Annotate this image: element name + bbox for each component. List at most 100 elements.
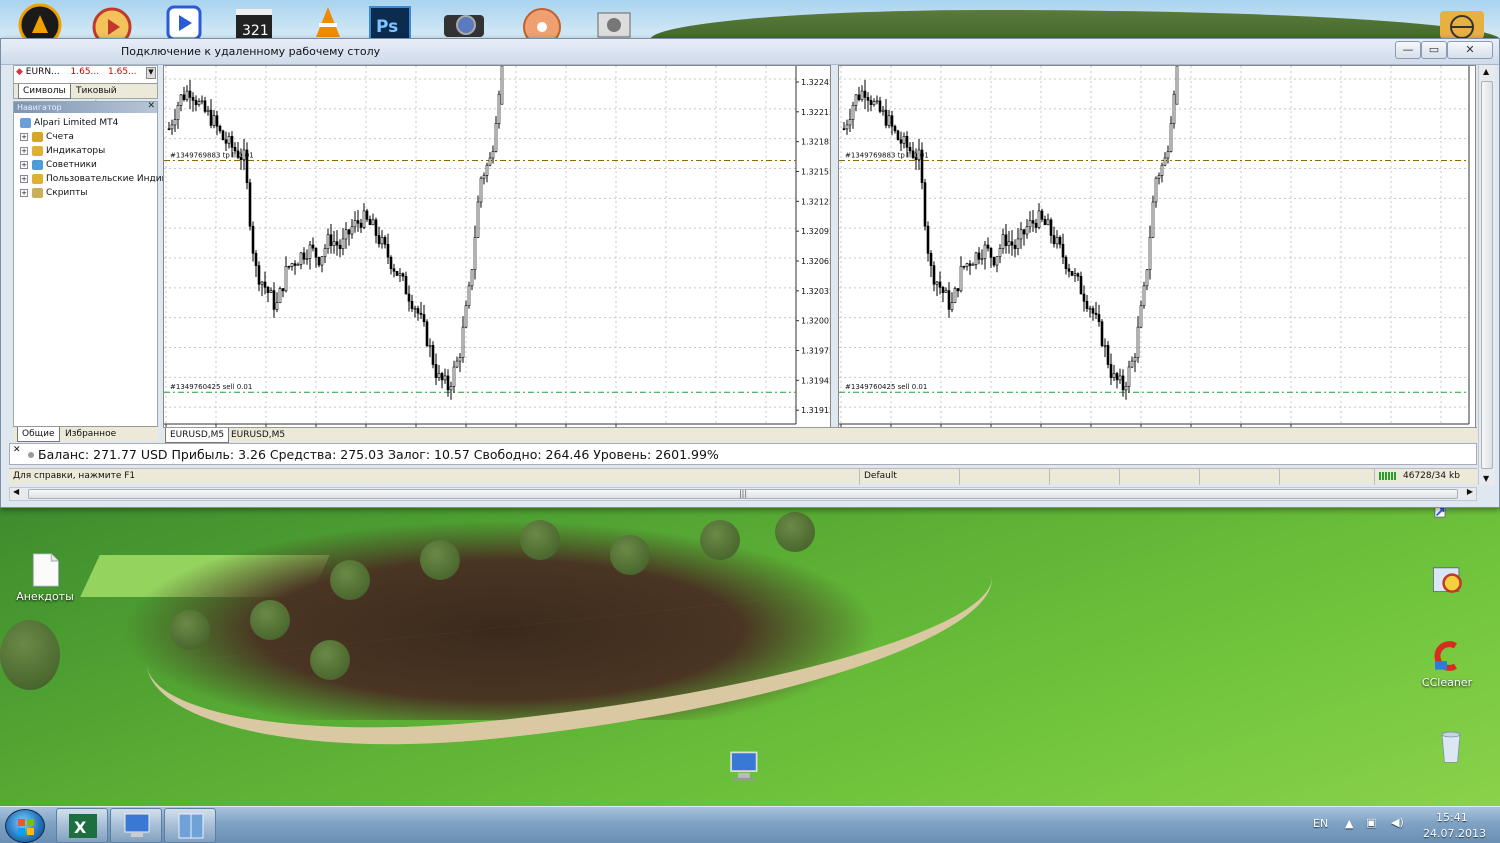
chart-tab-1[interactable]: EURUSD,M5 [165, 428, 230, 443]
candle-body [314, 247, 318, 258]
olive-tree [610, 535, 650, 575]
tab-favorites[interactable]: Избранное [61, 427, 120, 442]
video-player-icon[interactable] [162, 3, 210, 43]
scrollbar-thumb[interactable]: ||| [28, 489, 1458, 499]
expand-icon[interactable]: + [20, 160, 28, 169]
taskbar-excel-button[interactable]: X [56, 808, 108, 843]
scroll-left-icon[interactable]: ◀ [13, 487, 19, 496]
close-icon[interactable]: ✕ [13, 445, 21, 455]
candle-body [1172, 93, 1176, 124]
status-empty-2 [1049, 469, 1119, 485]
candle-body [971, 264, 975, 266]
order-level-label: #1349760425 sell 0.01 [845, 383, 927, 391]
nav-item-custom-indicators[interactable]: + Пользовательские Индик... [20, 172, 176, 186]
image-viewer-icon[interactable] [592, 3, 640, 43]
photoshop-icon[interactable]: Ps [368, 3, 416, 43]
market-watch-row[interactable]: ◆ EURN... 1.65... 1.65... ▼ [16, 67, 156, 81]
nav-item-indicators[interactable]: + Индикаторы [20, 144, 105, 158]
desktop-icon-windows-tool[interactable] [1412, 560, 1482, 598]
text-file-icon [32, 553, 59, 587]
candle-body [299, 252, 303, 265]
candle-body [287, 265, 291, 268]
candle-body [1094, 312, 1098, 315]
maximize-button[interactable]: ▭ [1421, 41, 1447, 59]
scroll-up-icon[interactable]: ▲ [1483, 67, 1489, 76]
candle-body [311, 244, 315, 249]
candle-body [392, 268, 396, 272]
desktop-icon-anekdoty[interactable]: Анекдоты [10, 552, 80, 603]
candlestick-chart-left[interactable]: 1.32245 1.32215 1.32185 1.32155 1.32125 1.320… [164, 66, 831, 441]
scroll-down-icon[interactable]: ▼ [1483, 474, 1489, 483]
horizontal-scrollbar[interactable]: ◀ ||| ▶ [9, 487, 1477, 501]
nav-item-scripts[interactable]: + Скрипты [20, 186, 88, 200]
desktop-icon-recycle-bin[interactable] [1416, 728, 1486, 766]
disc-burner-icon[interactable] [520, 3, 568, 46]
price-tick-label: 1.32185 [801, 138, 831, 147]
nav-item-terminal[interactable]: Alpari Limited MT4 [20, 116, 118, 130]
expand-icon[interactable]: + [20, 146, 28, 155]
status-profile[interactable]: Default [859, 469, 959, 485]
candle-body [464, 305, 468, 328]
close-button[interactable]: ✕ [1447, 41, 1493, 59]
chart-window-left[interactable]: 1.32245 1.32215 1.32185 1.32155 1.32125 1.320… [163, 65, 831, 441]
candle-body [257, 265, 261, 285]
vlc-icon[interactable] [306, 3, 354, 43]
media-player-icon[interactable] [90, 3, 138, 47]
close-icon[interactable]: ✕ [147, 101, 155, 112]
candle-body [1139, 305, 1143, 328]
candle-body [407, 293, 411, 302]
expand-icon[interactable]: + [20, 132, 28, 141]
candle-body [458, 357, 462, 362]
scroll-right-icon[interactable]: ▶ [1467, 487, 1473, 496]
start-button[interactable] [5, 809, 45, 843]
window-titlebar[interactable]: Подключение к удаленному рабочему столу … [1, 39, 1499, 65]
clock-time[interactable]: 15:41 [1436, 811, 1468, 824]
candle-body [881, 109, 885, 112]
nav-item-experts[interactable]: + Советники [20, 158, 97, 172]
candle-body [206, 109, 210, 112]
vertical-scrollbar[interactable]: ▲ ▼ [1478, 65, 1495, 485]
candle-body [1154, 177, 1158, 203]
candle-body [401, 273, 405, 277]
candlestick-chart-right[interactable]: 24 Jul 201324 Jul 02:4524 Jul 04:0524 Ju… [839, 66, 1476, 441]
app-shortcut-icon[interactable] [18, 3, 66, 47]
taskbar-remote-desktop-button[interactable] [110, 808, 162, 843]
tab-symbols[interactable]: Символы [18, 84, 71, 99]
expand-icon[interactable]: + [20, 174, 28, 183]
language-indicator[interactable]: EN [1313, 817, 1328, 830]
minimize-button[interactable]: — [1395, 41, 1421, 59]
svg-text:321: 321 [242, 23, 269, 39]
market-watch-panel: ◆ EURN... 1.65... 1.65... ▼ Символы Тико… [13, 65, 158, 110]
clock-date[interactable]: 24.07.2013 [1423, 827, 1486, 840]
chart-tab-2[interactable]: EURUSD,M5 [227, 428, 289, 443]
candle-body [1049, 219, 1053, 236]
candle-body [863, 90, 867, 98]
candle-body [1085, 300, 1089, 309]
expand-icon[interactable]: + [20, 188, 28, 197]
show-hidden-icons-icon[interactable]: ▲ [1345, 817, 1353, 830]
candle-body [944, 290, 948, 293]
tab-tick-chart[interactable]: Тиковый график [72, 84, 157, 110]
tab-common[interactable]: Общие [17, 427, 60, 442]
globe-icon[interactable] [1438, 3, 1486, 43]
taskbar-book-button[interactable] [164, 808, 216, 843]
status-traffic: 46728/34 kb [1374, 469, 1477, 485]
candle-body [1130, 360, 1134, 368]
price-tick-label: 1.32065 [801, 257, 831, 266]
candle-body [335, 241, 339, 246]
dropdown-arrow-icon[interactable]: ▼ [146, 67, 156, 79]
camera-icon[interactable] [440, 3, 488, 43]
candle-body [224, 139, 228, 144]
bid-price: 1.65... [70, 67, 100, 77]
candle-body [305, 258, 309, 260]
chart-window-right[interactable]: 24 Jul 201324 Jul 02:4524 Jul 04:0524 Ju… [838, 65, 1476, 441]
account-summary: Баланс: 271.77 USD Прибыль: 3.26 Средств… [38, 447, 719, 462]
desktop-icon-network-computer[interactable] [708, 748, 778, 786]
desktop-icon-ccleaner[interactable]: CCleaner [1412, 638, 1482, 689]
candle-body [296, 264, 300, 266]
network-icon[interactable]: ▣ [1366, 816, 1376, 829]
media-classic-icon[interactable]: 321 [232, 3, 280, 43]
volume-icon[interactable]: ◀) [1391, 816, 1404, 829]
scrollbar-thumb[interactable] [1481, 81, 1493, 469]
nav-item-accounts[interactable]: + Счета [20, 130, 74, 144]
